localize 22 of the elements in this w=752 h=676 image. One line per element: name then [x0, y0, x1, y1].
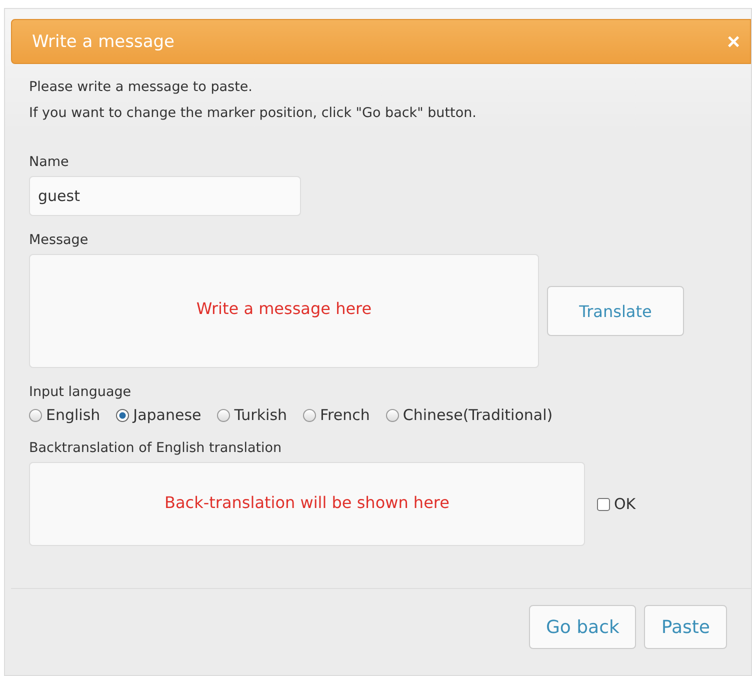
radio-label[interactable]: Japanese — [133, 406, 202, 424]
radio-label[interactable]: English — [46, 406, 100, 424]
radio-button[interactable] — [386, 408, 399, 422]
radio-label[interactable]: Turkish — [234, 406, 288, 424]
message-field[interactable]: Write a message here — [29, 254, 539, 368]
radio-button[interactable] — [303, 408, 316, 422]
name-field[interactable]: guest — [29, 176, 301, 216]
radio-label[interactable]: French — [320, 406, 370, 424]
radio-button[interactable] — [116, 408, 130, 422]
instruction-text: Please write a message to paste. — [29, 78, 254, 97]
instruction-text: If you want to change the marker position, click "Go back" button. — [29, 104, 478, 123]
radio-button[interactable] — [217, 408, 230, 422]
radio-label[interactable]: Chinese(Traditional) — [402, 406, 553, 424]
input-language-label: Input language — [29, 384, 132, 400]
message-label: Message — [29, 232, 88, 248]
backtranslation-label: Backtranslation of English translation — [29, 440, 282, 456]
ok-label[interactable]: OK — [614, 495, 636, 513]
name-label: Name — [29, 154, 69, 170]
dialog-title: Write a message — [32, 32, 175, 52]
radio-button[interactable] — [29, 408, 42, 422]
backtranslation-field[interactable]: Back-translation will be shown here — [29, 462, 585, 546]
ok-checkbox[interactable] — [597, 498, 610, 510]
